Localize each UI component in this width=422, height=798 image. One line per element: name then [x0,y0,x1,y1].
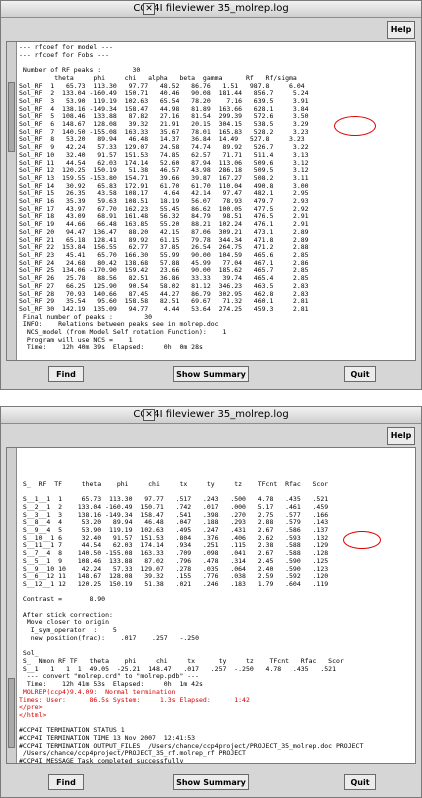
log-line: #CCP4I MESSAGE Task completed successful… [19,757,184,764]
log-line: --- rfcoef for Fobs --- [19,50,110,59]
help-button[interactable]: Help [387,427,415,445]
window-title: CCP4I fileviewer 35_molrep.log [133,409,289,420]
vertical-scrollbar[interactable] [7,42,17,360]
show-summary-button[interactable]: Show Summary [173,774,249,790]
quit-button[interactable]: Quit [344,774,376,790]
fileviewer-window-tf: ✕ CCP4I fileviewer 35_molrep.log Help S_… [0,406,422,798]
close-icon[interactable]: ✕ [143,3,155,15]
log-line: S__12__1 12 120.25 150.19 51.38 .021 .24… [19,579,329,588]
window-titlebar[interactable]: ✕ CCP4I fileviewer 35_molrep.log [1,407,421,424]
bottom-button-bar: Find Show Summary Quit [1,769,421,797]
find-button[interactable]: Find [48,774,84,790]
scrollbar-thumb[interactable] [8,82,15,152]
help-bar: Help [1,424,421,446]
log-line: </html> [19,710,47,719]
window-title: CCP4I fileviewer 35_molrep.log [133,3,289,14]
fileviewer-window-rf: ✕ CCP4I fileviewer 35_molrep.log Help --… [0,0,422,390]
highlight-circle-annotation [343,531,381,549]
close-icon[interactable]: ✕ [143,409,155,421]
log-line: new position(frac): .017 .257 -.250 [19,633,200,642]
log-line: Times: User: 86.5s System: 1.3s Elapsed:… [19,695,250,704]
help-bar: Help [1,18,421,40]
log-line: S_ RF TF theta phi chi tx ty tz TFcnt Rf… [19,479,329,488]
log-line: Time: 12h 40m 39s Elapsed: 0h 0m 28s [19,343,203,352]
bottom-button-bar: Find Show Summary Quit [1,361,421,389]
quit-button[interactable]: Quit [344,366,376,382]
help-button[interactable]: Help [387,21,415,39]
log-line: Contrast = 8.90 [19,595,106,604]
log-content: S_ RF TF theta phi chi tx ty tz TFcnt Rf… [19,450,413,764]
vertical-scrollbar[interactable] [7,448,17,763]
log-text-area[interactable]: S_ RF TF theta phi chi tx ty tz TFcnt Rf… [6,447,416,764]
log-content: --- rfcoef for model --- --- rfcoef for … [19,43,413,352]
highlight-circle-annotation [334,116,376,136]
scrollbar-thumb[interactable] [8,678,15,748]
find-button[interactable]: Find [48,366,84,382]
log-text-area[interactable]: --- rfcoef for model --- --- rfcoef for … [6,41,416,361]
show-summary-button[interactable]: Show Summary [173,366,249,382]
window-titlebar[interactable]: ✕ CCP4I fileviewer 35_molrep.log [1,1,421,18]
